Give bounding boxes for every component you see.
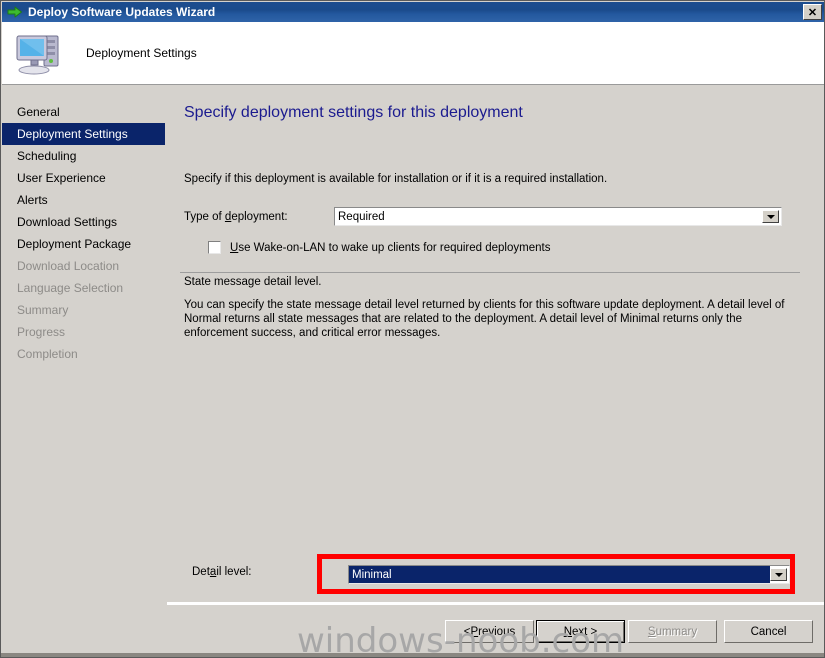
green-arrow-icon [5, 4, 25, 20]
wake-on-lan-label-post: se Wake-on-LAN to wake up clients for re… [238, 241, 551, 254]
close-icon[interactable]: ✕ [803, 4, 822, 20]
sidebar-item-language-selection: Language Selection [17, 281, 124, 295]
window-bottom-edge [1, 653, 824, 657]
sidebar-item-deployment-package[interactable]: Deployment Package [2, 233, 165, 255]
sidebar-item-download-location: Download Location [17, 259, 120, 273]
previous-button-accel: P [470, 625, 479, 638]
wake-on-lan-label: Use Wake-on-LAN to wake up clients for r… [230, 242, 550, 254]
group-divider [180, 272, 800, 273]
sidebar-item-completion: Completion [17, 347, 78, 361]
type-of-deployment-dropdown[interactable]: Required [334, 207, 782, 226]
type-of-deployment-label: Type of deployment: [184, 211, 288, 223]
next-button-accel: N [563, 625, 573, 638]
wake-on-lan-checkbox-row[interactable]: Use Wake-on-LAN to wake up clients for r… [208, 241, 550, 254]
computer-monitor-icon [14, 30, 66, 76]
cancel-button[interactable]: Cancel [724, 620, 813, 643]
summary-button-accel: S [647, 625, 656, 638]
window-title: Deploy Software Updates Wizard [28, 5, 216, 19]
window-titlebar: Deploy Software Updates Wizard ✕ [2, 2, 824, 22]
state-message-group-body: You can specify the state message detail… [184, 299, 785, 339]
type-of-deployment-value: Required [338, 210, 385, 223]
summary-button-post: ummary [655, 625, 698, 638]
page-title: Deployment Settings [86, 46, 197, 60]
sidebar-item-scheduling[interactable]: Scheduling [2, 145, 165, 167]
next-button[interactable]: Next > [536, 620, 625, 643]
previous-button-post: revious [478, 625, 516, 638]
next-button-post: ext > [572, 625, 598, 638]
sidebar-item-download-settings[interactable]: Download Settings [2, 211, 165, 233]
wizard-content-panel: Specify deployment settings for this dep… [172, 89, 824, 601]
wizard-step-sidebar: General Deployment Settings Scheduling U… [2, 89, 165, 655]
state-message-group-caption: State message detail level. [184, 276, 322, 288]
sidebar-item-deployment-settings[interactable]: Deployment Settings [2, 123, 165, 145]
previous-button-pre: < [463, 625, 471, 638]
chevron-down-icon[interactable] [770, 568, 787, 581]
detail-level-row: Minimal [180, 565, 800, 584]
intro-description: Specify if this deployment is available … [184, 173, 608, 185]
wizard-header: Deployment Settings [2, 22, 824, 84]
sidebar-item-alerts[interactable]: Alerts [2, 189, 165, 211]
chevron-down-icon[interactable] [762, 210, 779, 223]
deploy-software-updates-wizard-window: Deploy Software Updates Wizard ✕ Deploym… [0, 0, 825, 658]
header-divider [2, 84, 824, 85]
detail-level-value: Minimal [349, 566, 770, 583]
sidebar-item-progress: Progress [17, 325, 66, 339]
summary-button: Summary [628, 620, 717, 643]
sidebar-item-user-experience[interactable]: User Experience [2, 167, 165, 189]
type-of-deployment-label-pre: Type of [184, 211, 225, 223]
sidebar-item-summary: Summary [17, 303, 69, 317]
detail-level-dropdown[interactable]: Minimal [348, 565, 790, 584]
wake-on-lan-checkbox[interactable] [208, 241, 221, 254]
previous-button[interactable]: < Previous [445, 620, 534, 643]
content-heading: Specify deployment settings for this dep… [184, 104, 523, 121]
wizard-footer: < Previous Next > Summary Cancel [172, 605, 824, 655]
type-of-deployment-label-post: eployment: [231, 211, 288, 223]
sidebar-item-general[interactable]: General [2, 101, 165, 123]
